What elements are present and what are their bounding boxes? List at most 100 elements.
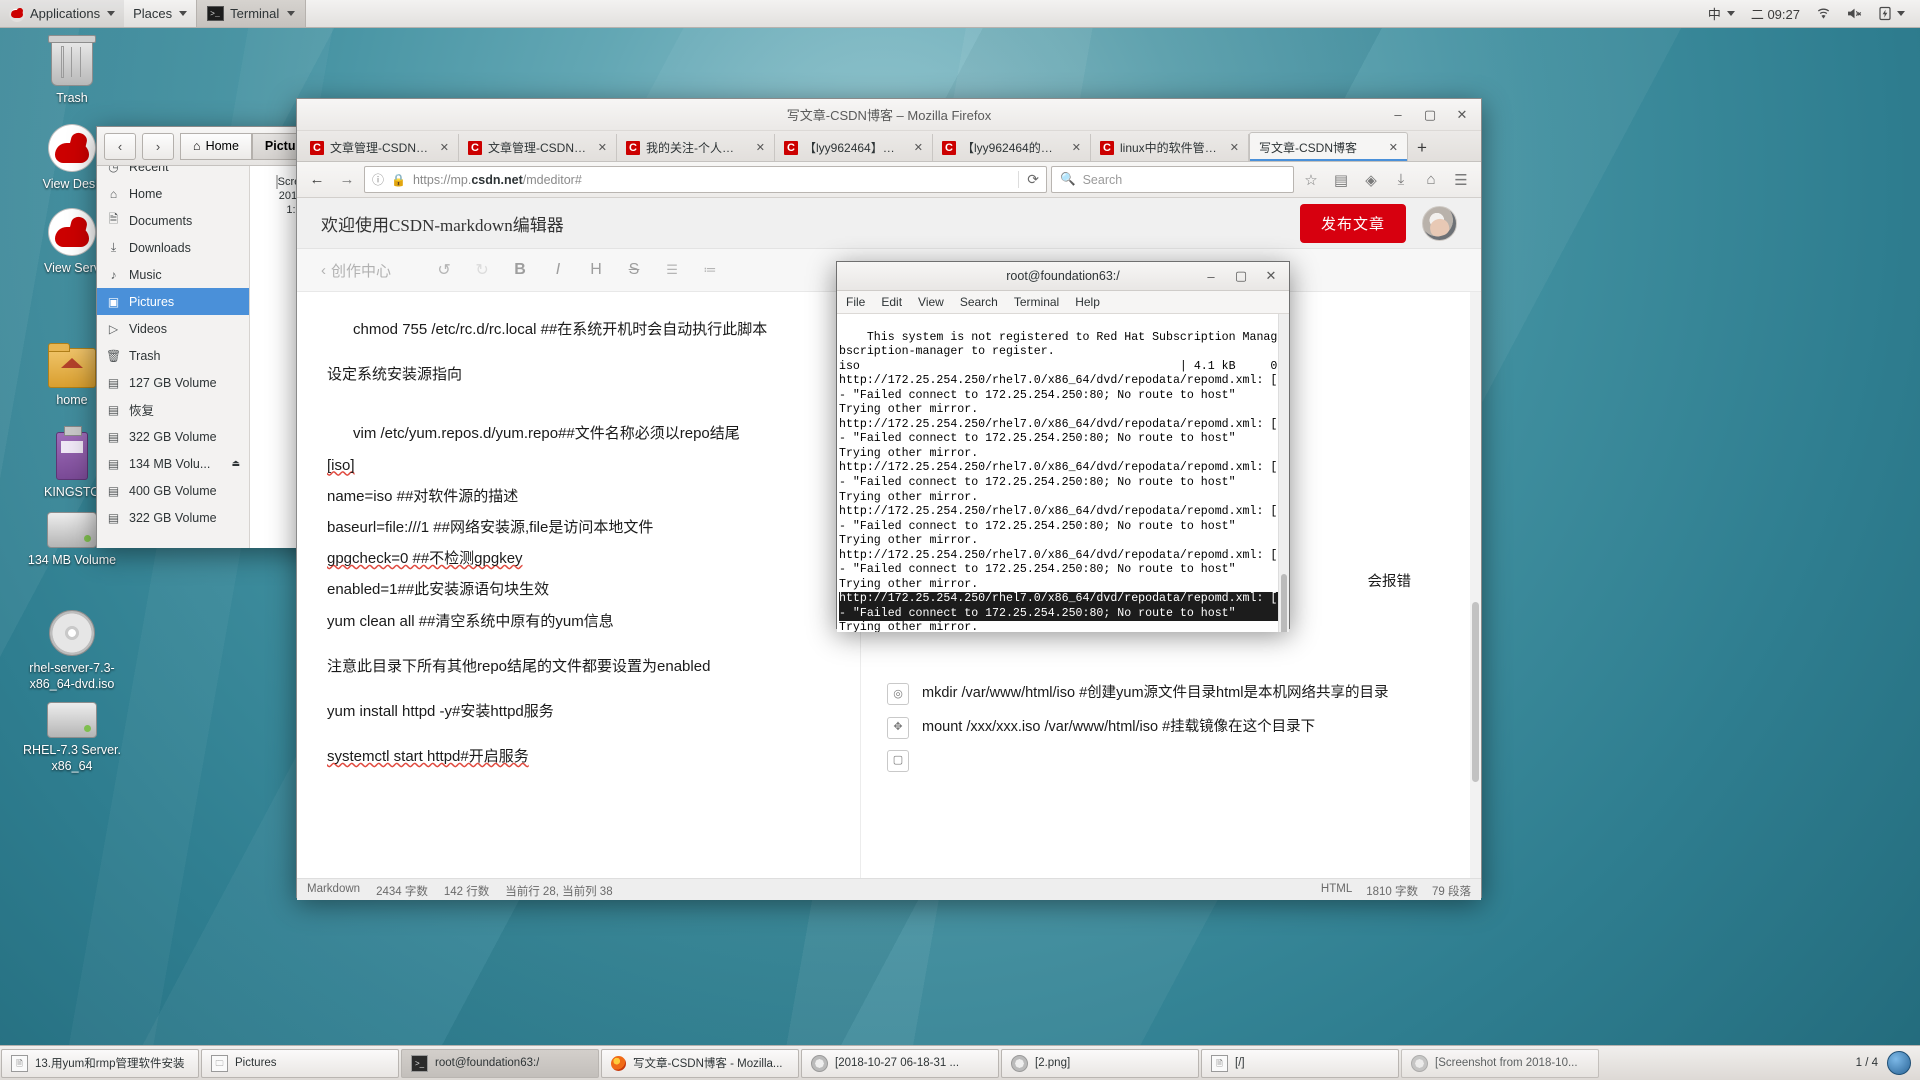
- tab-close-icon[interactable]: ✕: [594, 141, 607, 154]
- clock-icon: ◷: [108, 166, 119, 174]
- task-image-2png[interactable]: [2.png]: [1001, 1048, 1199, 1078]
- tab-close-icon[interactable]: ✕: [910, 141, 923, 154]
- heading-icon[interactable]: H: [579, 255, 613, 285]
- sidebar-item-videos[interactable]: ▷ Videos: [97, 315, 249, 342]
- search-bar[interactable]: 🔍 Search: [1051, 166, 1294, 193]
- menu-edit[interactable]: Edit: [881, 295, 902, 309]
- close-button[interactable]: ✕: [1447, 102, 1477, 128]
- task-pictures[interactable]: 🗀 Pictures: [201, 1048, 399, 1078]
- terminal-window[interactable]: root@foundation63:/ ‒ ▢ ✕ File Edit View…: [836, 261, 1290, 632]
- panel-window-terminal[interactable]: >_ Terminal: [196, 0, 307, 27]
- workspace-switcher-button[interactable]: [1887, 1051, 1911, 1075]
- maximize-button[interactable]: ▢: [1226, 263, 1256, 289]
- input-method-indicator[interactable]: 中: [1701, 0, 1742, 27]
- sidebar-item-recovery[interactable]: ▤ 恢复: [97, 396, 249, 423]
- places-menu[interactable]: Places: [124, 0, 196, 27]
- italic-icon[interactable]: I: [541, 255, 575, 285]
- sidebar-item-pictures[interactable]: ▣ Pictures: [97, 288, 249, 315]
- avatar[interactable]: [1422, 205, 1457, 241]
- sidebar-item-volume-322gb-b[interactable]: ▤ 322 GB Volume: [97, 504, 249, 531]
- back-button[interactable]: ‹: [104, 132, 136, 160]
- sidebar-item-trash[interactable]: 🗑 Trash: [97, 342, 249, 369]
- sidebar-item-volume-134mb[interactable]: ▤ 134 MB Volu... ⏏: [97, 450, 249, 477]
- redo-icon[interactable]: ↻: [465, 255, 499, 285]
- close-button[interactable]: ✕: [1256, 263, 1286, 289]
- volume-indicator[interactable]: [1840, 0, 1870, 27]
- tab-close-icon[interactable]: ✕: [1068, 141, 1081, 154]
- preview-scrollbar[interactable]: [1470, 292, 1481, 878]
- lock-icon[interactable]: 🔒: [391, 173, 406, 187]
- task-yum-doc[interactable]: 🗎 13.用yum和rmp管理软件安装: [1, 1048, 199, 1078]
- url-bar[interactable]: ⓘ 🔒 https://mp.csdn.net/mdeditor# ⟳: [364, 166, 1047, 193]
- markdown-editor[interactable]: chmod 755 /etc/rc.d/rc.local ##在系统开机时会自动…: [297, 292, 861, 878]
- applications-menu[interactable]: Applications: [0, 0, 125, 27]
- menu-terminal[interactable]: Terminal: [1014, 295, 1059, 309]
- menu-icon[interactable]: ☰: [1448, 167, 1474, 193]
- sidebar-item-home[interactable]: ⌂ Home: [97, 180, 249, 207]
- info-icon[interactable]: ⓘ: [372, 171, 384, 188]
- menu-file[interactable]: File: [846, 295, 865, 309]
- bookmark-star-icon[interactable]: ☆: [1298, 167, 1324, 193]
- tab-4[interactable]: C 【lyy962464的博... ✕: [933, 134, 1091, 161]
- menu-search[interactable]: Search: [960, 295, 998, 309]
- tab-1[interactable]: C 文章管理-CSDN博客 ✕: [459, 134, 617, 161]
- tab-5[interactable]: C linux中的软件管理 ... ✕: [1091, 134, 1249, 161]
- menu-help[interactable]: Help: [1075, 295, 1100, 309]
- tab-close-icon[interactable]: ✕: [1226, 141, 1239, 154]
- clock[interactable]: 二 09:27: [1744, 0, 1807, 27]
- publish-article-button[interactable]: 发布文章: [1299, 203, 1406, 243]
- task-terminal[interactable]: >_ root@foundation63:/: [401, 1048, 599, 1078]
- back-to-creation-center[interactable]: ‹ 创作中心: [321, 260, 391, 281]
- minimize-button[interactable]: ‒: [1383, 102, 1413, 128]
- home-icon[interactable]: ⌂: [1418, 167, 1444, 193]
- workspace-indicator[interactable]: 1 / 4: [1856, 1057, 1878, 1069]
- task-root-dir[interactable]: 🗎 [/]: [1201, 1048, 1399, 1078]
- ordered-list-icon[interactable]: ≔: [693, 255, 727, 285]
- bold-icon[interactable]: B: [503, 255, 537, 285]
- desktop-icon-rhel-server[interactable]: RHEL-7.3 Server. x86_64: [16, 702, 128, 774]
- back-icon[interactable]: ←: [304, 167, 330, 193]
- downloads-icon[interactable]: ⤓: [1388, 167, 1414, 193]
- tab-3[interactable]: C 【lyy962464】博... ✕: [775, 134, 933, 161]
- sidebar-item-volume-322gb-a[interactable]: ▤ 322 GB Volume: [97, 423, 249, 450]
- eject-icon[interactable]: ⏏: [231, 458, 240, 469]
- terminal-scrollbar[interactable]: [1278, 314, 1289, 632]
- sidebar-item-volume-400gb[interactable]: ▤ 400 GB Volume: [97, 477, 249, 504]
- library-icon[interactable]: ▤: [1328, 167, 1354, 193]
- tab-close-icon[interactable]: ✕: [1385, 141, 1398, 154]
- task-screenshot-1[interactable]: [2018-10-27 06-18-31 ...: [801, 1048, 999, 1078]
- new-tab-button[interactable]: +: [1408, 134, 1436, 161]
- minimize-button[interactable]: ‒: [1196, 263, 1226, 289]
- target-icon: ◎: [887, 683, 909, 706]
- tab-6-active[interactable]: 写文章-CSDN博客 ✕: [1249, 132, 1408, 161]
- breadcrumb-home[interactable]: ⌂ Home: [180, 132, 252, 160]
- reload-icon[interactable]: ⟳: [1018, 171, 1039, 188]
- tab-2[interactable]: C 我的关注-个人中心... ✕: [617, 134, 775, 161]
- strikethrough-icon[interactable]: S: [617, 255, 651, 285]
- pocket-icon[interactable]: ◈: [1358, 167, 1384, 193]
- forward-icon[interactable]: →: [334, 167, 360, 193]
- sidebar-item-music[interactable]: ♪ Music: [97, 261, 249, 288]
- sidebar-item-volume-127gb[interactable]: ▤ 127 GB Volume: [97, 369, 249, 396]
- battery-indicator[interactable]: [1872, 0, 1912, 27]
- undo-icon[interactable]: ↺: [427, 255, 461, 285]
- task-firefox[interactable]: 写文章-CSDN博客 - Mozilla...: [601, 1048, 799, 1078]
- bullet-list-icon[interactable]: ☰: [655, 255, 689, 285]
- menu-view[interactable]: View: [918, 295, 944, 309]
- terminal-line: http://172.25.254.250/rhel7.0/x86_64/dvd…: [839, 374, 1289, 388]
- task-screenshot-2[interactable]: [Screenshot from 2018-10...: [1401, 1048, 1599, 1078]
- sidebar-item-documents[interactable]: 🗎 Documents: [97, 207, 249, 234]
- tab-close-icon[interactable]: ✕: [436, 141, 449, 154]
- sidebar-item-downloads[interactable]: ⤓ Downloads: [97, 234, 249, 261]
- maximize-button[interactable]: ▢: [1415, 102, 1445, 128]
- tab-0[interactable]: C 文章管理-CSDN博客 ✕: [301, 134, 459, 161]
- desktop-icon-trash[interactable]: Trash: [16, 35, 128, 107]
- desktop-icon-rhel-iso[interactable]: rhel-server-7.3-x86_64-dvd.iso: [16, 610, 128, 692]
- forward-button[interactable]: ›: [142, 132, 174, 160]
- terminal-output[interactable]: This system is not registered to Red Hat…: [837, 314, 1289, 632]
- wifi-indicator[interactable]: [1809, 0, 1838, 27]
- article-title-input[interactable]: 欢迎使用CSDN-markdown编辑器: [321, 211, 1300, 236]
- status-right: HTML 1810 字数 79 段落: [1321, 883, 1471, 899]
- sidebar-item-recent[interactable]: ◷ Recent: [97, 166, 249, 180]
- tab-close-icon[interactable]: ✕: [752, 141, 765, 154]
